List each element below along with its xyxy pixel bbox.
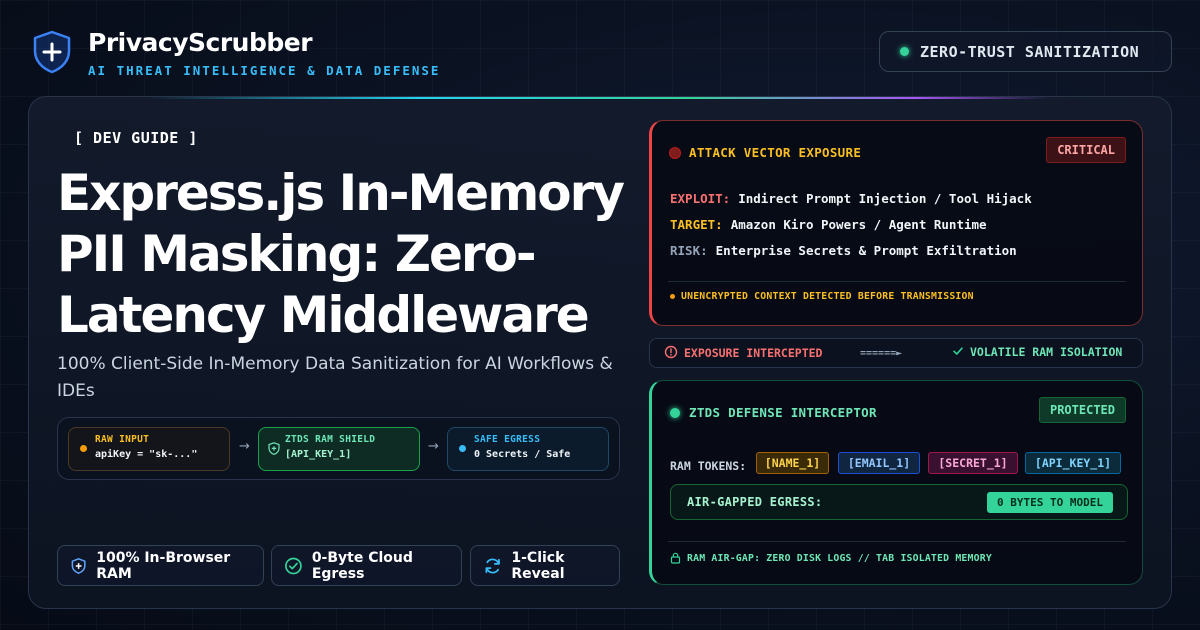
check-circle-icon (285, 557, 302, 574)
attack-footer-text: UNENCRYPTED CONTEXT DETECTED BEFORE TRAN… (681, 291, 974, 302)
shield-plus-icon (71, 557, 86, 574)
defense-card-header: ZTDS DEFENSE INTERCEPTOR (670, 405, 877, 420)
feature-zero-byte-egress[interactable]: 0-Byte Cloud Egress (271, 545, 462, 586)
attack-card-title: ATTACK VECTOR EXPOSURE (689, 145, 862, 160)
attack-row-key: RISK: (670, 243, 708, 258)
arrow-right-icon: → (239, 439, 250, 454)
status-pill-label: ZERO-TRUST SANITIZATION (920, 42, 1140, 61)
egress-label: AIR-GAPPED EGRESS: (687, 495, 823, 509)
flow-step-value: apiKey = "sk-..." (95, 449, 198, 460)
feature-label: 0-Byte Cloud Egress (311, 549, 413, 582)
token-chip-secret[interactable]: [SECRET_1] (928, 452, 1018, 474)
warning-dot-icon (670, 294, 675, 299)
defense-card-title: ZTDS DEFENSE INTERCEPTOR (689, 405, 877, 420)
attack-row-key: EXPLOIT: (670, 191, 731, 206)
page-title: Express.js In-Memory PII Masking: Zero-L… (57, 164, 625, 344)
blue-dot-icon (459, 445, 466, 452)
attack-row-key: TARGET: (670, 217, 723, 232)
air-gapped-egress-panel: AIR-GAPPED EGRESS: 0 BYTES TO MODEL (670, 484, 1128, 520)
attack-vector-card: ATTACK VECTOR EXPOSURE CRITICAL EXPLOIT:… (649, 120, 1143, 326)
main-panel: [ DEV GUIDE ] Express.js In-Memory PII M… (28, 96, 1172, 609)
flow-step-title: SAFE EGRESS (474, 434, 541, 445)
ram-isolation-status: VOLATILE RAM ISOLATION (952, 345, 1122, 359)
sanitization-flow: RAW INPUT apiKey = "sk-..." → ZTDS RAM S… (57, 417, 620, 480)
intercept-strip: EXPOSURE INTERCEPTED ======► VOLATILE RA… (649, 338, 1143, 368)
shield-mini-icon (268, 442, 280, 455)
exposure-intercepted-label: EXPOSURE INTERCEPTED (684, 346, 823, 360)
alert-dot-icon (670, 147, 680, 158)
attack-row-exploit: EXPLOIT: Indirect Prompt Injection / Tool… (670, 191, 1032, 206)
zero-trust-status-pill: ZERO-TRUST SANITIZATION (879, 31, 1172, 72)
token-chip-api-key[interactable]: [API_KEY_1] (1025, 452, 1121, 474)
flow-step-value: [API_KEY_1] (285, 449, 352, 460)
feature-label: 1-Click Reveal (511, 549, 565, 582)
feature-label: 100% In-Browser RAM (96, 549, 231, 582)
status-dot-icon (900, 47, 909, 56)
defense-card-footer: RAM AIR-GAP: ZERO DISK LOGS // TAB ISOLA… (670, 552, 992, 564)
critical-badge: CRITICAL (1046, 137, 1126, 163)
lock-icon (670, 552, 681, 564)
protected-badge: PROTECTED (1038, 397, 1126, 423)
brand-name[interactable]: PrivacyScrubber (88, 28, 440, 58)
attack-card-footer: UNENCRYPTED CONTEXT DETECTED BEFORE TRAN… (670, 291, 974, 302)
flow-step-title: RAW INPUT (95, 434, 150, 445)
flow-step-value: 0 Secrets / Safe (474, 449, 571, 460)
attack-card-header: ATTACK VECTOR EXPOSURE (670, 145, 861, 160)
dev-guide-tag: [ DEV GUIDE ] (74, 129, 198, 147)
alert-circle-icon (664, 345, 678, 359)
feature-one-click-reveal[interactable]: 1-Click Reveal (470, 545, 620, 586)
shield-logo-icon (33, 30, 71, 74)
panel-glow-line (149, 97, 1051, 99)
brand-tagline: AI THREAT INTELLIGENCE & DATA DEFENSE (88, 63, 441, 78)
card-divider (668, 281, 1126, 282)
double-arrow-icon: ======► (860, 348, 903, 359)
defense-footer-text: RAM AIR-GAP: ZERO DISK LOGS // TAB ISOLA… (687, 552, 992, 564)
brand-header: PrivacyScrubber AI THREAT INTELLIGENCE &… (32, 28, 440, 78)
ram-isolation-label: VOLATILE RAM ISOLATION (970, 345, 1123, 359)
flow-step-title: ZTDS RAM SHIELD (285, 434, 376, 445)
refresh-icon (485, 558, 500, 573)
attack-row-risk: RISK: Enterprise Secrets & Prompt Exfiltr… (670, 243, 1017, 258)
active-dot-icon (670, 407, 680, 418)
flow-step-raw-input: RAW INPUT apiKey = "sk-..." (68, 427, 230, 471)
token-chip-email[interactable]: [EMAIL_1] (838, 452, 920, 474)
attack-row-value: Indirect Prompt Injection / Tool Hijack (738, 191, 1032, 206)
page-subtitle: 100% Client-Side In-Memory Data Sanitiza… (57, 354, 613, 401)
attack-row-value: Amazon Kiro Powers / Agent Runtime (730, 217, 987, 232)
flow-step-ram-shield: ZTDS RAM SHIELD [API_KEY_1] (258, 427, 420, 471)
arrow-right-icon: → (428, 439, 439, 454)
egress-value-badge: 0 BYTES TO MODEL (987, 492, 1113, 513)
feature-in-browser-ram[interactable]: 100% In-Browser RAM (57, 545, 264, 586)
token-chip-name[interactable]: [NAME_1] (756, 452, 829, 474)
amber-dot-icon (80, 445, 87, 452)
check-icon (953, 347, 963, 355)
attack-row-target: TARGET: Amazon Kiro Powers / Agent Runtim… (670, 217, 987, 232)
exposure-intercepted-status: EXPOSURE INTERCEPTED (664, 345, 822, 360)
card-divider (668, 541, 1126, 542)
ram-tokens-label: RAM TOKENS: (670, 459, 747, 473)
defense-interceptor-card: ZTDS DEFENSE INTERCEPTOR PROTECTED RAM T… (649, 380, 1143, 585)
flow-step-safe-egress: SAFE EGRESS 0 Secrets / Safe (447, 427, 609, 471)
attack-row-value: Enterprise Secrets & Prompt Exfiltration (715, 243, 1017, 258)
